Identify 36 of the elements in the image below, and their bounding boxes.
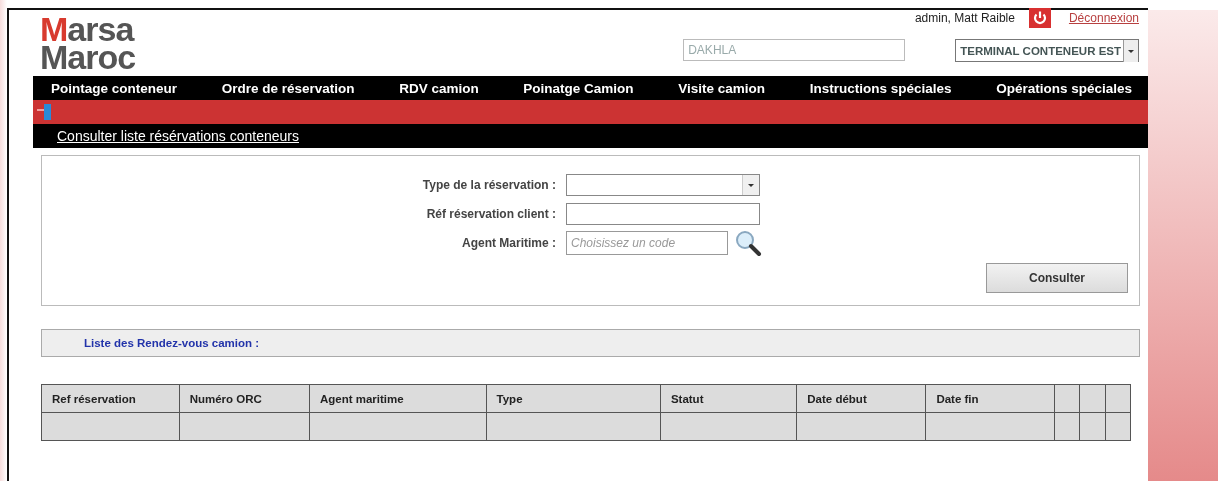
nav-item[interactable]: RDV camion — [399, 80, 479, 96]
column-header[interactable]: Ref réservation — [41, 384, 180, 413]
user-name: admin, Matt Raible — [914, 11, 1015, 25]
column-header[interactable]: Date fin — [925, 384, 1055, 413]
column-header[interactable] — [1079, 384, 1106, 413]
logout-link[interactable]: Déconnexion — [1068, 11, 1139, 25]
column-header[interactable] — [1054, 384, 1080, 413]
field-label: Réf réservation client : — [425, 207, 556, 221]
nav-item[interactable]: Visite camion — [678, 80, 766, 96]
dropdown-icon — [1123, 39, 1138, 62]
logo-text: Marsa — [40, 16, 136, 44]
column-header[interactable]: Agent maritime — [309, 384, 487, 413]
type-select[interactable] — [566, 174, 760, 196]
page-title-link[interactable]: Consulter liste résérvations conteneurs — [57, 128, 299, 144]
nav-item[interactable]: Pointage conteneur — [51, 80, 177, 96]
nav-item[interactable]: Opérations spéciales — [996, 80, 1132, 96]
agent-field[interactable]: Choisissez un code — [566, 231, 728, 255]
dropdown-icon — [742, 175, 759, 195]
consult-button[interactable]: Consulter — [986, 263, 1128, 293]
column-header[interactable]: Type — [486, 384, 661, 413]
nav-item[interactable]: Ordre de réservation — [221, 80, 355, 96]
column-header[interactable] — [1105, 384, 1131, 413]
column-header[interactable]: Date début — [796, 384, 926, 413]
field-label: Type de la réservation : — [421, 178, 556, 192]
column-header[interactable]: Numéro ORC — [179, 384, 310, 413]
column-header[interactable]: Statut — [660, 384, 797, 413]
field-label: Agent Maritime : — [461, 236, 556, 250]
reference-field[interactable] — [566, 203, 760, 225]
nav-item[interactable]: Poinatge Camion — [523, 80, 634, 96]
search-icon[interactable] — [734, 229, 762, 257]
nav-item[interactable]: Instructions spéciales — [809, 80, 952, 96]
power-icon[interactable] — [1028, 8, 1051, 28]
terminal-select[interactable]: TERMINAL CONTENEUR EST — [955, 39, 1139, 62]
logo-text: Maroc — [40, 43, 136, 72]
list-title: Liste des Rendez-vous camion : — [84, 337, 260, 349]
exit-door-icon[interactable] — [35, 103, 53, 121]
